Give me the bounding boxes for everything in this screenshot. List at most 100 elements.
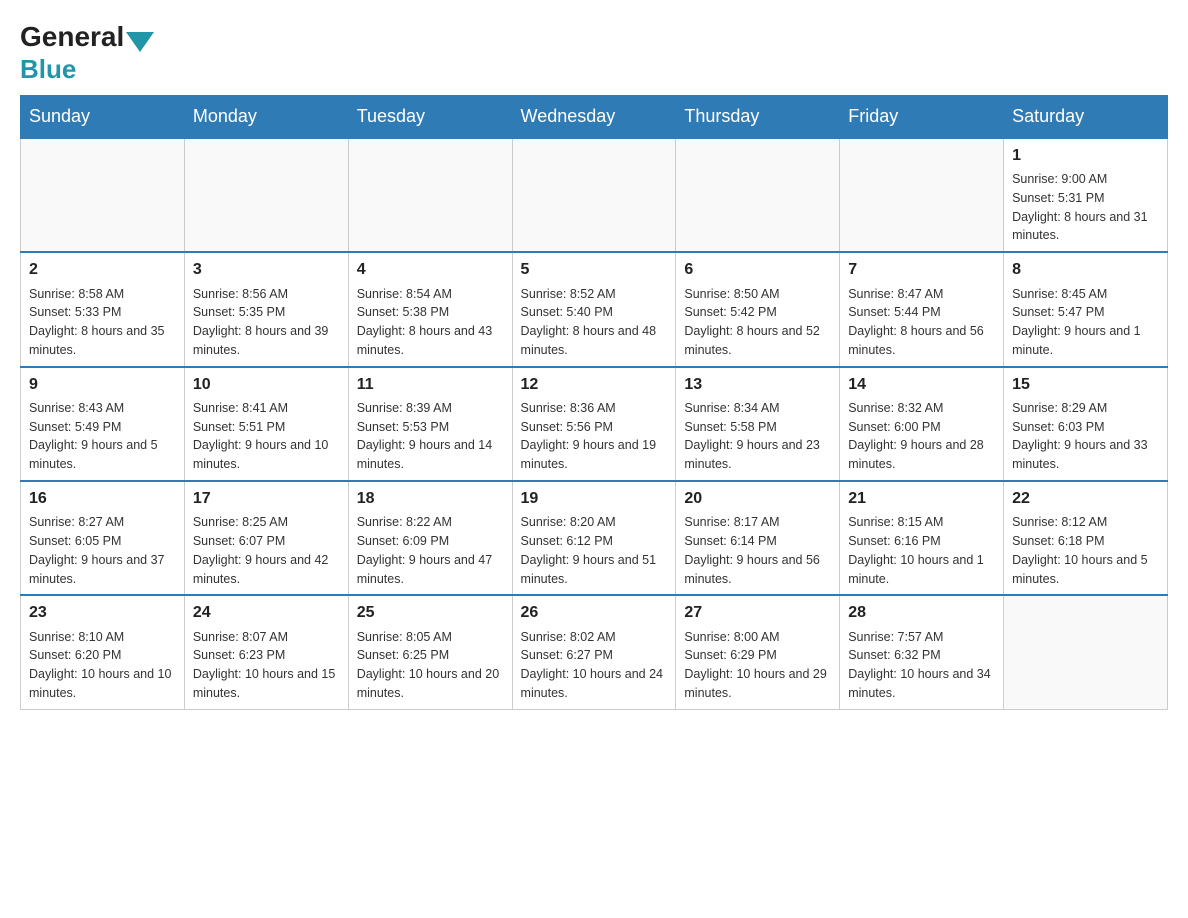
day-info: Sunrise: 7:57 AMSunset: 6:32 PMDaylight:… [848,628,995,703]
day-number: 11 [357,374,504,396]
day-number: 19 [521,488,668,510]
day-number: 2 [29,259,176,281]
day-cell: 28 Sunrise: 7:57 AMSunset: 6:32 PMDayligh… [840,595,1004,709]
day-number: 17 [193,488,340,510]
day-cell: 2 Sunrise: 8:58 AMSunset: 5:33 PMDaylight… [21,252,185,366]
day-number: 22 [1012,488,1159,510]
day-cell [348,138,512,252]
day-info: Sunrise: 8:27 AMSunset: 6:05 PMDaylight:… [29,513,176,588]
day-cell: 12 Sunrise: 8:36 AMSunset: 5:56 PMDayligh… [512,367,676,481]
day-info: Sunrise: 8:12 AMSunset: 6:18 PMDaylight:… [1012,513,1159,588]
day-info: Sunrise: 8:32 AMSunset: 6:00 PMDaylight:… [848,399,995,474]
day-number: 18 [357,488,504,510]
day-info: Sunrise: 8:36 AMSunset: 5:56 PMDaylight:… [521,399,668,474]
day-cell: 26 Sunrise: 8:02 AMSunset: 6:27 PMDayligh… [512,595,676,709]
day-cell: 1 Sunrise: 9:00 AMSunset: 5:31 PMDaylight… [1004,138,1168,252]
day-cell: 11 Sunrise: 8:39 AMSunset: 5:53 PMDayligh… [348,367,512,481]
day-cell: 25Sunrise: 8:05 AMSunset: 6:25 PMDayligh… [348,595,512,709]
day-info: Sunrise: 8:50 AMSunset: 5:42 PMDaylight:… [684,285,831,360]
header-friday: Friday [840,95,1004,138]
day-number: 23 [29,602,176,624]
day-info: Sunrise: 8:15 AMSunset: 6:16 PMDaylight:… [848,513,995,588]
day-info: Sunrise: 8:41 AMSunset: 5:51 PMDaylight:… [193,399,340,474]
day-cell: 6 Sunrise: 8:50 AMSunset: 5:42 PMDaylight… [676,252,840,366]
day-number: 13 [684,374,831,396]
day-info: Sunrise: 8:22 AMSunset: 6:09 PMDaylight:… [357,513,504,588]
day-cell [21,138,185,252]
week-row-4: 16 Sunrise: 8:27 AMSunset: 6:05 PMDayligh… [21,481,1168,595]
day-info: Sunrise: 9:00 AMSunset: 5:31 PMDaylight:… [1012,170,1159,245]
day-number: 24 [193,602,340,624]
day-number: 12 [521,374,668,396]
day-number: 5 [521,259,668,281]
day-number: 16 [29,488,176,510]
day-info: Sunrise: 8:25 AMSunset: 6:07 PMDaylight:… [193,513,340,588]
day-cell: 21 Sunrise: 8:15 AMSunset: 6:16 PMDayligh… [840,481,1004,595]
day-cell [840,138,1004,252]
day-info: Sunrise: 8:02 AMSunset: 6:27 PMDaylight:… [521,628,668,703]
day-cell: 24 Sunrise: 8:07 AMSunset: 6:23 PMDayligh… [184,595,348,709]
day-number: 14 [848,374,995,396]
day-cell [512,138,676,252]
day-cell [1004,595,1168,709]
day-cell: 14 Sunrise: 8:32 AMSunset: 6:00 PMDayligh… [840,367,1004,481]
day-cell: 8Sunrise: 8:45 AMSunset: 5:47 PMDaylight… [1004,252,1168,366]
day-info: Sunrise: 8:00 AMSunset: 6:29 PMDaylight:… [684,628,831,703]
week-row-3: 9 Sunrise: 8:43 AMSunset: 5:49 PMDaylight… [21,367,1168,481]
day-number: 20 [684,488,831,510]
header-saturday: Saturday [1004,95,1168,138]
day-info: Sunrise: 8:58 AMSunset: 5:33 PMDaylight:… [29,285,176,360]
day-number: 7 [848,259,995,281]
day-info: Sunrise: 8:54 AMSunset: 5:38 PMDaylight:… [357,285,504,360]
day-cell: 4Sunrise: 8:54 AMSunset: 5:38 PMDaylight… [348,252,512,366]
calendar-table: SundayMondayTuesdayWednesdayThursdayFrid… [20,95,1168,710]
day-number: 28 [848,602,995,624]
logo: General Blue [20,20,154,85]
week-row-1: 1 Sunrise: 9:00 AMSunset: 5:31 PMDaylight… [21,138,1168,252]
day-cell: 27Sunrise: 8:00 AMSunset: 6:29 PMDayligh… [676,595,840,709]
day-info: Sunrise: 8:29 AMSunset: 6:03 PMDaylight:… [1012,399,1159,474]
day-cell: 20 Sunrise: 8:17 AMSunset: 6:14 PMDayligh… [676,481,840,595]
day-cell: 19Sunrise: 8:20 AMSunset: 6:12 PMDayligh… [512,481,676,595]
day-cell: 23 Sunrise: 8:10 AMSunset: 6:20 PMDayligh… [21,595,185,709]
header-thursday: Thursday [676,95,840,138]
day-info: Sunrise: 8:10 AMSunset: 6:20 PMDaylight:… [29,628,176,703]
day-number: 21 [848,488,995,510]
day-number: 10 [193,374,340,396]
day-cell: 7 Sunrise: 8:47 AMSunset: 5:44 PMDaylight… [840,252,1004,366]
week-row-2: 2 Sunrise: 8:58 AMSunset: 5:33 PMDaylight… [21,252,1168,366]
day-number: 1 [1012,145,1159,167]
header-tuesday: Tuesday [348,95,512,138]
day-cell: 9 Sunrise: 8:43 AMSunset: 5:49 PMDaylight… [21,367,185,481]
day-number: 9 [29,374,176,396]
calendar-header-row: SundayMondayTuesdayWednesdayThursdayFrid… [21,95,1168,138]
day-cell: 5 Sunrise: 8:52 AMSunset: 5:40 PMDaylight… [512,252,676,366]
logo-text: General Blue [20,20,154,85]
day-info: Sunrise: 8:17 AMSunset: 6:14 PMDaylight:… [684,513,831,588]
day-info: Sunrise: 8:56 AMSunset: 5:35 PMDaylight:… [193,285,340,360]
header-monday: Monday [184,95,348,138]
day-number: 3 [193,259,340,281]
day-number: 6 [684,259,831,281]
day-info: Sunrise: 8:43 AMSunset: 5:49 PMDaylight:… [29,399,176,474]
day-info: Sunrise: 8:05 AMSunset: 6:25 PMDaylight:… [357,628,504,703]
day-cell: 13 Sunrise: 8:34 AMSunset: 5:58 PMDayligh… [676,367,840,481]
day-number: 26 [521,602,668,624]
day-info: Sunrise: 8:07 AMSunset: 6:23 PMDaylight:… [193,628,340,703]
day-info: Sunrise: 8:47 AMSunset: 5:44 PMDaylight:… [848,285,995,360]
day-info: Sunrise: 8:39 AMSunset: 5:53 PMDaylight:… [357,399,504,474]
day-cell: 16 Sunrise: 8:27 AMSunset: 6:05 PMDayligh… [21,481,185,595]
day-cell: 10 Sunrise: 8:41 AMSunset: 5:51 PMDayligh… [184,367,348,481]
logo-triangle-icon [126,32,154,52]
day-cell: 22 Sunrise: 8:12 AMSunset: 6:18 PMDayligh… [1004,481,1168,595]
day-cell: 15 Sunrise: 8:29 AMSunset: 6:03 PMDayligh… [1004,367,1168,481]
header-sunday: Sunday [21,95,185,138]
day-info: Sunrise: 8:52 AMSunset: 5:40 PMDaylight:… [521,285,668,360]
day-info: Sunrise: 8:34 AMSunset: 5:58 PMDaylight:… [684,399,831,474]
week-row-5: 23 Sunrise: 8:10 AMSunset: 6:20 PMDayligh… [21,595,1168,709]
day-cell [184,138,348,252]
header-wednesday: Wednesday [512,95,676,138]
day-cell: 17 Sunrise: 8:25 AMSunset: 6:07 PMDayligh… [184,481,348,595]
day-number: 15 [1012,374,1159,396]
day-number: 8 [1012,259,1159,281]
